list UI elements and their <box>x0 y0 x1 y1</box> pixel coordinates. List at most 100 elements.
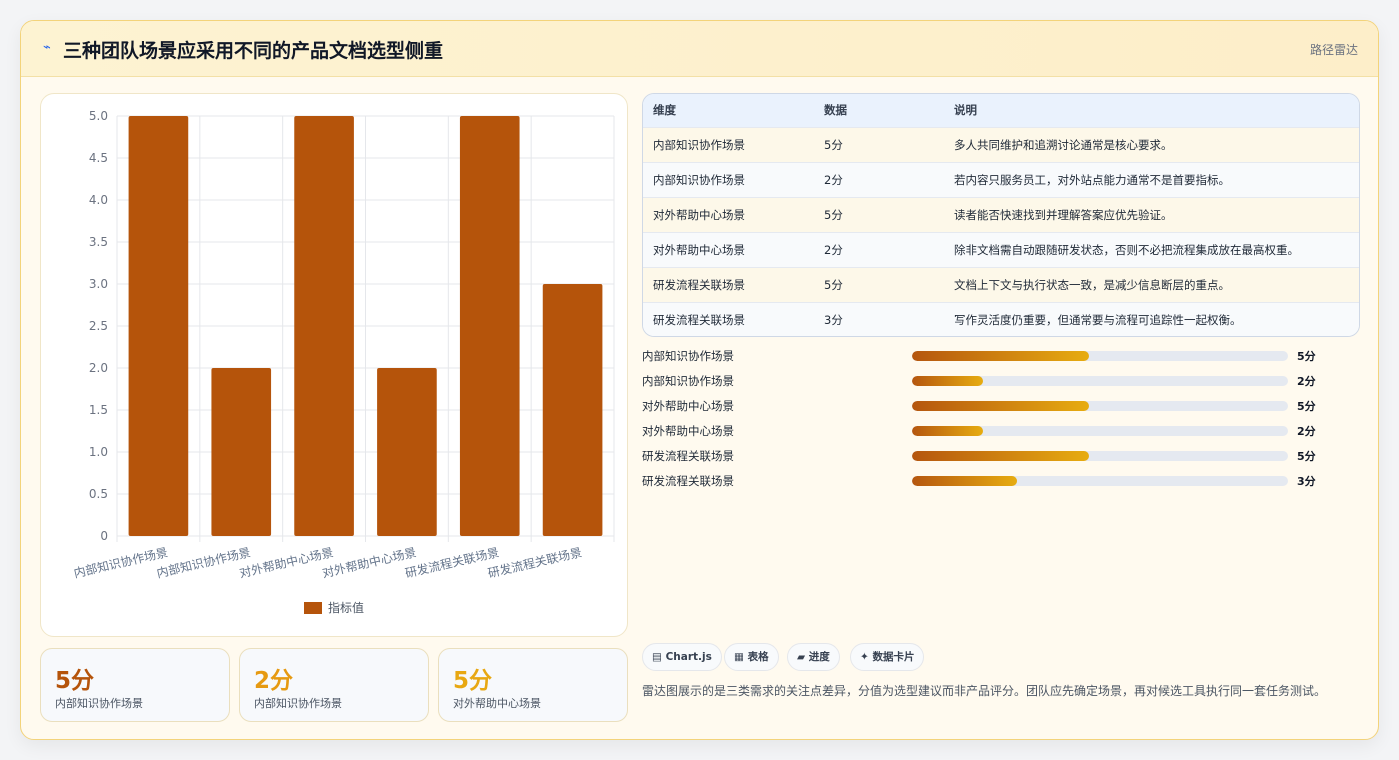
x-tick-label: 内部知识协作场景 <box>155 544 252 580</box>
bar <box>294 116 354 536</box>
stat-label: 内部知识协作场景 <box>55 697 143 710</box>
y-tick-label: 4.5 <box>89 151 108 165</box>
table-cell-dimension: 对外帮助中心场景 <box>653 243 745 257</box>
table-cell-description: 多人共同维护和追溯讨论通常是核心要求。 <box>954 138 1173 152</box>
table-cell-data: 2分 <box>824 173 843 187</box>
progress-row: 研发流程关联场景 5分 <box>642 447 1362 465</box>
y-tick-label: 3.0 <box>89 277 108 291</box>
table-cell-description: 写作灵活度仍重要，但通常要与流程可追踪性一起权衡。 <box>954 313 1242 327</box>
chart-icon: ▤ <box>652 651 662 663</box>
progress-value: 5分 <box>1297 400 1316 413</box>
table-row: 对外帮助中心场景 2分 除非文档需自动跟随研发状态，否则不必把流程集成放在最高权… <box>643 232 1359 267</box>
table-cell-dimension: 内部知识协作场景 <box>653 173 745 187</box>
bar <box>459 116 520 536</box>
y-tick-label: 3.5 <box>89 235 108 249</box>
chip-label: 表格 <box>747 651 769 663</box>
y-tick-label: 4.0 <box>89 193 108 207</box>
y-tick-label: 2.5 <box>89 319 108 333</box>
y-tick-label: 0.5 <box>89 487 108 501</box>
progress-track <box>912 426 1288 436</box>
x-tick-label: 研发流程关联场景 <box>486 544 583 580</box>
chip-data-card[interactable]: ✦ 数据卡片 <box>850 643 925 671</box>
bar-chart: 0 0.5 1.0 1.5 2.0 2.5 3.0 3.5 4.0 4.5 5.0 内部知识协作场景内… <box>72 109 615 615</box>
progress-value: 2分 <box>1297 425 1316 438</box>
progress-label: 内部知识协作场景 <box>642 349 734 363</box>
table-header-row: 维度 数据 说明 <box>643 94 1359 127</box>
progress-label: 内部知识协作场景 <box>642 374 734 388</box>
progress-icon: ▰ <box>797 651 806 663</box>
stat-card: 2分 内部知识协作场景 <box>239 648 429 722</box>
bar <box>211 368 272 536</box>
progress-fill <box>912 376 984 386</box>
bar-chart-panel: 0 0.5 1.0 1.5 2.0 2.5 3.0 3.5 4.0 4.5 5.0 内部知识协作场景内… <box>40 93 628 637</box>
progress-track <box>912 451 1288 461</box>
stat-label: 对外帮助中心场景 <box>453 697 541 710</box>
progress-row: 对外帮助中心场景 2分 <box>642 422 1362 440</box>
progress-track <box>912 401 1288 411</box>
table-row: 内部知识协作场景 2分 若内容只服务员工，对外站点能力通常不是首要指标。 <box>643 162 1359 197</box>
progress-row: 内部知识协作场景 2分 <box>642 372 1362 390</box>
chip-progress[interactable]: ▰ 进度 <box>787 643 840 671</box>
progress-value: 3分 <box>1297 475 1316 488</box>
progress-label: 对外帮助中心场景 <box>642 399 734 413</box>
table-cell-dimension: 研发流程关联场景 <box>653 313 745 327</box>
table-row: 内部知识协作场景 5分 多人共同维护和追溯讨论通常是核心要求。 <box>643 127 1359 162</box>
stat-card: 5分 内部知识协作场景 <box>40 648 230 722</box>
progress-fill <box>912 426 984 436</box>
progress-fill <box>912 401 1089 411</box>
table-cell-dimension: 内部知识协作场景 <box>653 138 745 152</box>
table-cell-description: 除非文档需自动跟随研发状态，否则不必把流程集成放在最高权重。 <box>954 243 1299 257</box>
header-tag: 路径雷达 <box>1309 43 1358 57</box>
table-header-data: 数据 <box>824 103 847 117</box>
y-tick-label: 1.0 <box>89 445 108 459</box>
table-cell-description: 若内容只服务员工，对外站点能力通常不是首要指标。 <box>954 173 1230 187</box>
data-table: 维度 数据 说明 内部知识协作场景 5分 多人共同维护和追溯讨论通常是核心要求。… <box>642 93 1360 337</box>
table-cell-dimension: 研发流程关联场景 <box>653 278 745 292</box>
legend-swatch <box>304 602 322 614</box>
table-row: 研发流程关联场景 3分 写作灵活度仍重要，但通常要与流程可追踪性一起权衡。 <box>643 302 1359 336</box>
chip-label: 进度 <box>808 651 830 663</box>
chip-chartjs[interactable]: ▤ Chart.js <box>642 643 722 671</box>
table-header-description: 说明 <box>954 103 977 117</box>
legend-label: 指标值 <box>328 600 364 615</box>
card-header: ⌁ 三种团队场景应采用不同的产品文档选型侧重 路径雷达 <box>21 21 1378 77</box>
page-title: 三种团队场景应采用不同的产品文档选型侧重 <box>63 40 444 62</box>
stat-value: 5分 <box>55 668 95 694</box>
progress-fill <box>912 451 1089 461</box>
progress-value: 5分 <box>1297 450 1316 463</box>
table-cell-description: 读者能否快速找到并理解答案应优先验证。 <box>954 208 1173 222</box>
y-tick-label: 2.0 <box>89 361 108 375</box>
table-cell-data: 5分 <box>824 208 843 222</box>
table-cell-data: 5分 <box>824 138 843 152</box>
y-tick-label: 5.0 <box>89 109 108 123</box>
progress-label: 研发流程关联场景 <box>642 474 734 488</box>
progress-row: 对外帮助中心场景 5分 <box>642 397 1362 415</box>
stat-value: 2分 <box>254 668 294 694</box>
table-row: 研发流程关联场景 5分 文档上下文与执行状态一致，是减少信息断层的重点。 <box>643 267 1359 302</box>
progress-fill <box>912 351 1089 361</box>
progress-track <box>912 376 1288 386</box>
stat-value: 5分 <box>453 668 493 694</box>
progress-row: 内部知识协作场景 5分 <box>642 347 1362 365</box>
table-cell-description: 文档上下文与执行状态一致，是减少信息断层的重点。 <box>954 278 1230 292</box>
progress-value: 2分 <box>1297 375 1316 388</box>
progress-track <box>912 476 1288 486</box>
progress-value: 5分 <box>1297 350 1316 363</box>
y-tick-label: 0 <box>100 529 108 543</box>
progress-row: 研发流程关联场景 3分 <box>642 472 1362 490</box>
chip-label: 数据卡片 <box>872 651 915 663</box>
table-icon: ▦ <box>734 651 744 663</box>
dashboard-card: ⌁ 三种团队场景应采用不同的产品文档选型侧重 路径雷达 0 0.5 1.0 1.5 2.… <box>20 20 1379 740</box>
y-tick-label: 1.5 <box>89 403 108 417</box>
table-row: 对外帮助中心场景 5分 读者能否快速找到并理解答案应优先验证。 <box>643 197 1359 232</box>
table-header-dimension: 维度 <box>653 103 676 117</box>
chip-table[interactable]: ▦ 表格 <box>724 643 779 671</box>
bar <box>128 116 189 536</box>
x-tick-label: 内部知识协作场景 <box>72 544 169 580</box>
table-cell-dimension: 对外帮助中心场景 <box>653 208 745 222</box>
chip-label: Chart.js <box>665 651 712 663</box>
bar <box>542 284 603 536</box>
progress-track <box>912 351 1288 361</box>
x-tick-label: 对外帮助中心场景 <box>321 544 418 580</box>
progress-label: 研发流程关联场景 <box>642 449 734 463</box>
